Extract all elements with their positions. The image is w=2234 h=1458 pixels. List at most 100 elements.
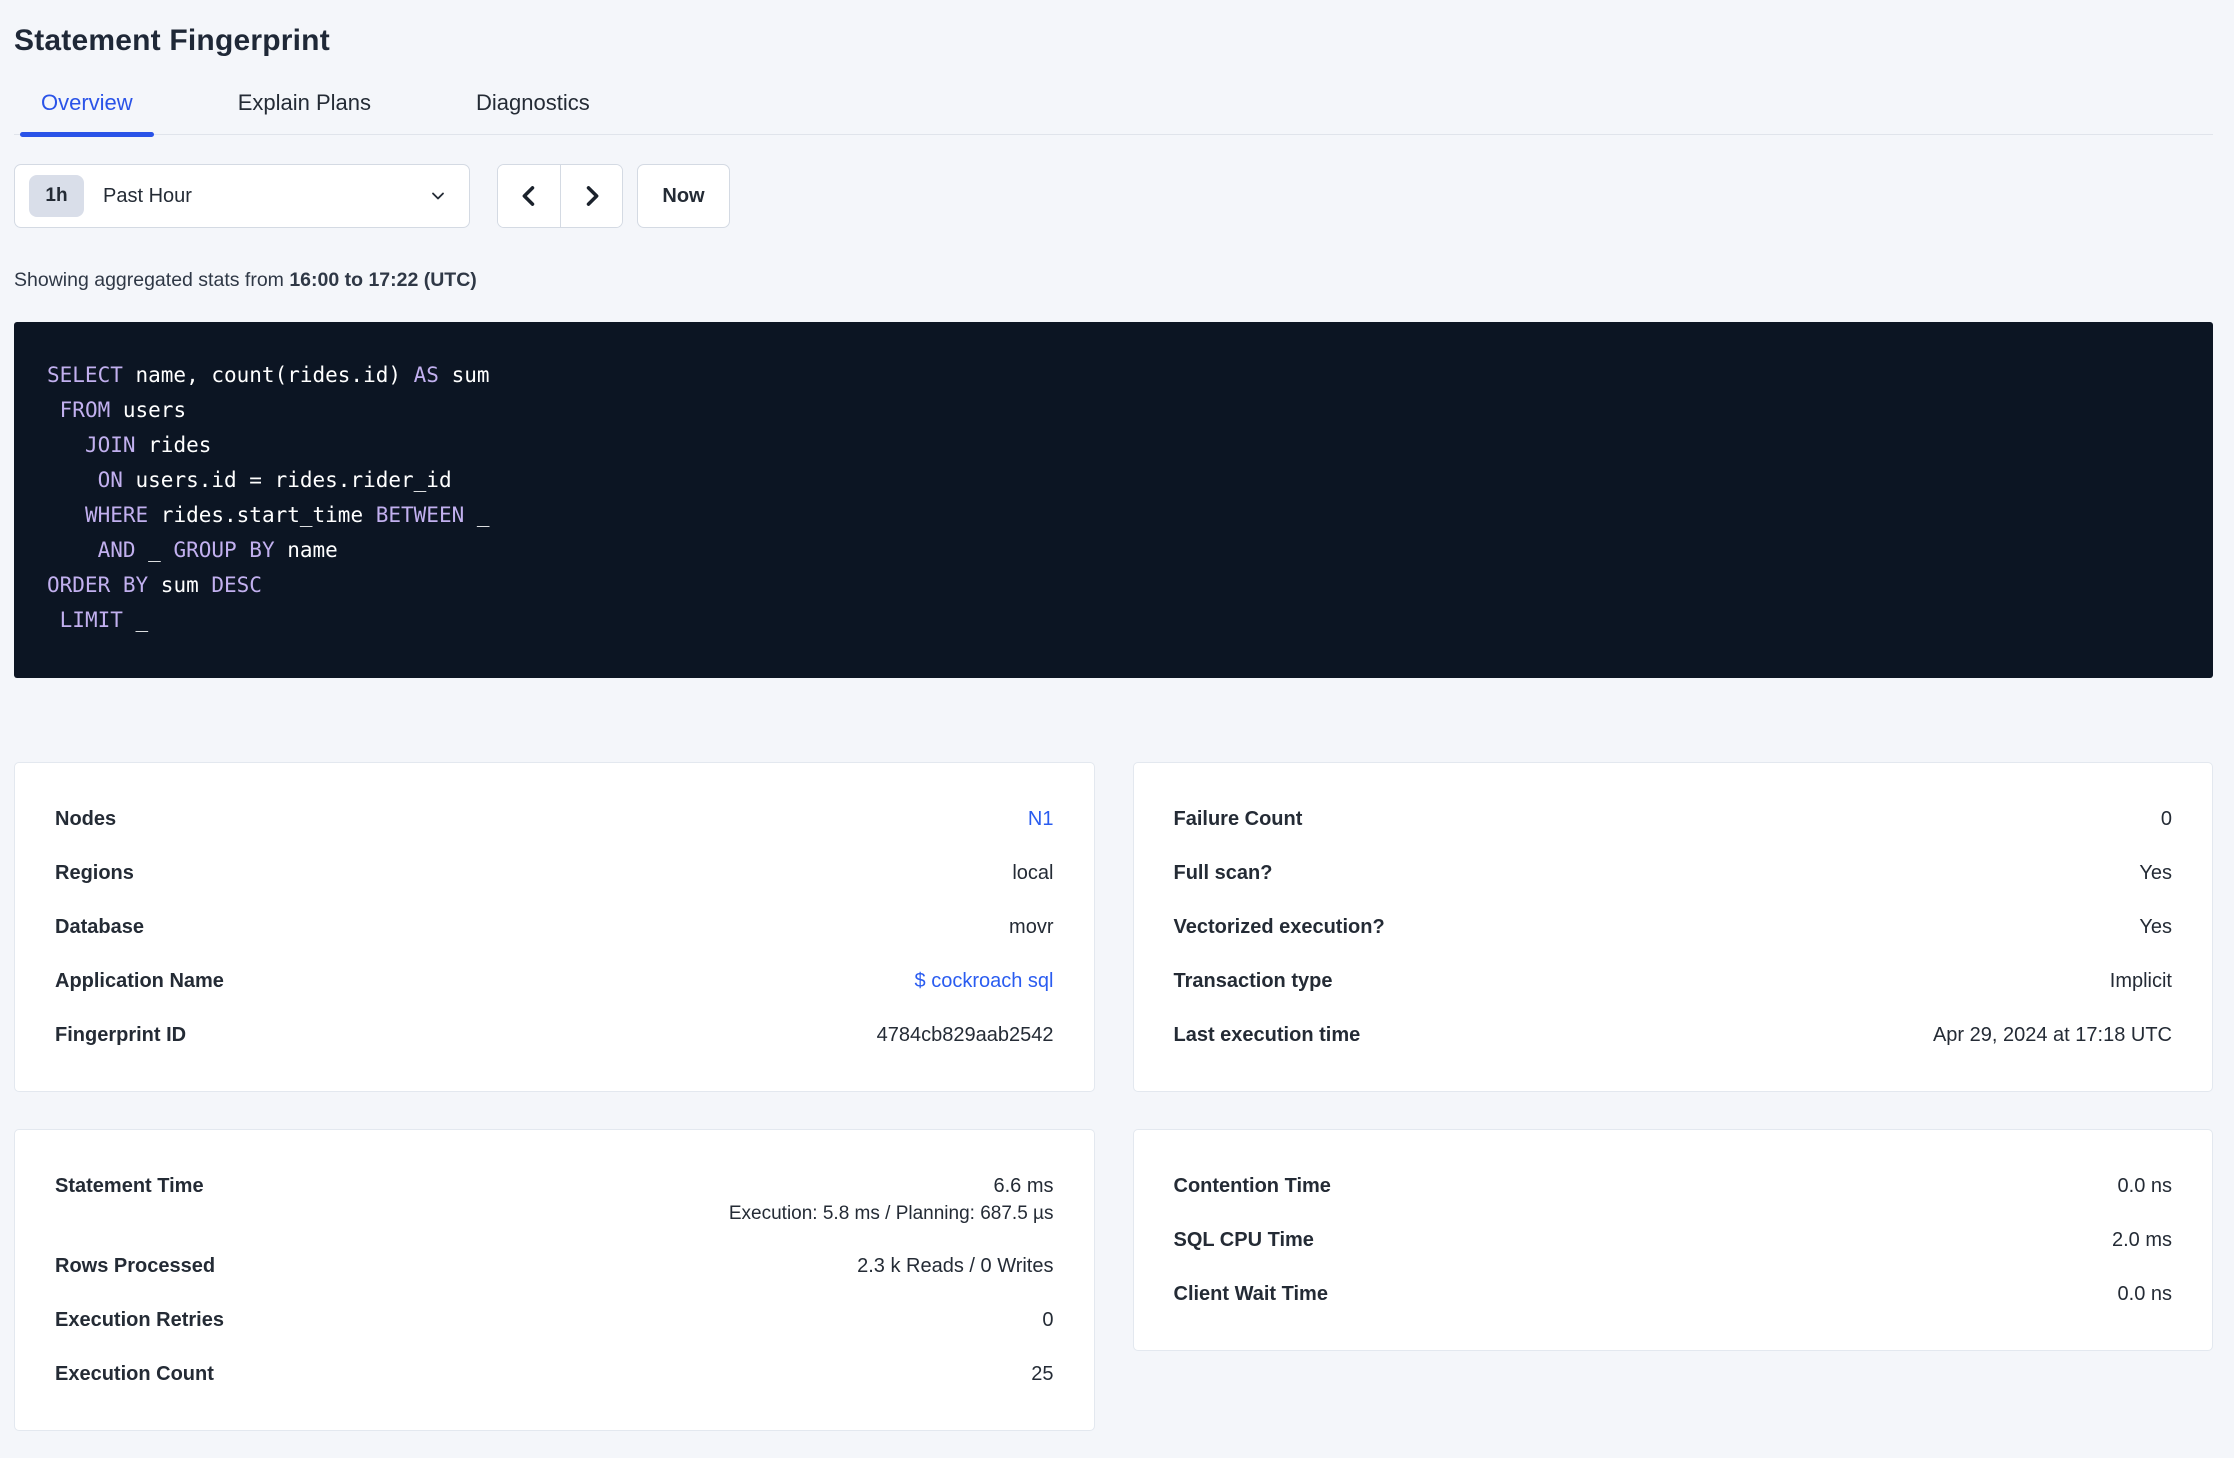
stat-row: Client Wait Time 0.0 ns — [1174, 1280, 2173, 1308]
stat-label: Application Name — [55, 967, 224, 995]
stat-label: Execution Count — [55, 1360, 214, 1388]
tab-diagnostics[interactable]: Diagnostics — [455, 90, 611, 134]
stat-label: Database — [55, 913, 144, 941]
sql-text: rides.start_time — [148, 503, 376, 527]
stat-value: local — [1012, 859, 1053, 887]
stat-label: Rows Processed — [55, 1252, 215, 1280]
tabs: Overview Explain Plans Diagnostics — [14, 90, 2213, 135]
stat-label: Regions — [55, 859, 134, 887]
time-step-buttons — [497, 164, 623, 228]
sql-line: LIMIT _ — [47, 603, 2180, 638]
prev-interval-button[interactable] — [498, 165, 560, 227]
sql-keyword: AS — [414, 363, 439, 387]
chevron-down-icon — [428, 186, 448, 206]
now-button[interactable]: Now — [637, 164, 730, 228]
sql-line: ON users.id = rides.rider_id — [47, 463, 2180, 498]
stat-label: Fingerprint ID — [55, 1021, 186, 1049]
sql-text — [47, 503, 85, 527]
statement-fingerprint-page: Statement Fingerprint Overview Explain Pl… — [0, 0, 2234, 1431]
stat-value: Yes — [2139, 859, 2172, 887]
stat-value: 2.3 k Reads / 0 Writes — [857, 1252, 1053, 1280]
stat-value-link[interactable]: N1 — [1028, 805, 1054, 833]
stat-row: Regions local — [55, 859, 1054, 887]
stat-row: Statement Time6.6 ms — [55, 1172, 1054, 1200]
sql-keyword: GROUP BY — [173, 538, 274, 562]
sql-keyword: SELECT — [47, 363, 123, 387]
tab-explain-plans[interactable]: Explain Plans — [217, 90, 392, 134]
stat-subvalue: Execution: 5.8 ms / Planning: 687.5 µs — [55, 1202, 1054, 1226]
chevron-left-icon — [515, 182, 543, 210]
sql-line: ORDER BY sum DESC — [47, 568, 2180, 603]
sql-line: WHERE rides.start_time BETWEEN _ — [47, 498, 2180, 533]
sql-text — [47, 538, 98, 562]
card-wait-times: Contention Time 0.0 ns SQL CPU Time2.0 ms C… — [1133, 1129, 2214, 1351]
stat-value: 2.0 ms — [2112, 1226, 2172, 1254]
stats-line-range: 16:00 to 17:22 (UTC) — [289, 269, 476, 291]
stat-value: 0.0 ns — [2118, 1280, 2172, 1308]
card-overview-details: NodesN1 Regions local Database movr Applicati… — [14, 762, 1095, 1092]
stat-row: Execution Retries0 — [55, 1306, 1054, 1334]
stat-value: 6.6 ms — [993, 1172, 1053, 1200]
sql-statement-box: SELECT name, count(rides.id) AS sum FROM… — [14, 322, 2213, 678]
stat-value: Apr 29, 2024 at 17:18 UTC — [1933, 1021, 2172, 1049]
sql-text: sum — [439, 363, 490, 387]
sql-code: SELECT name, count(rides.id) AS sum FROM… — [47, 358, 2180, 638]
chevron-right-icon — [578, 182, 606, 210]
stat-row: Fingerprint ID 4784cb829aab2542 — [55, 1021, 1054, 1049]
time-controls: 1h Past Hour Now — [14, 164, 2213, 228]
sql-text: sum — [148, 573, 211, 597]
stat-row: Rows Processed 2.3 k Reads / 0 Writes — [55, 1252, 1054, 1280]
sql-keyword: BETWEEN — [376, 503, 465, 527]
stat-row: Vectorized execution? Yes — [1174, 913, 2173, 941]
stat-label: Client Wait Time — [1174, 1280, 1328, 1308]
stat-row: Failure Count0 — [1174, 805, 2173, 833]
interval-badge: 1h — [29, 175, 84, 217]
sql-line: FROM users — [47, 393, 2180, 428]
next-interval-button[interactable] — [560, 165, 622, 227]
stat-value: movr — [1009, 913, 1053, 941]
stat-value-link[interactable]: $ cockroach sql — [915, 967, 1054, 995]
sql-text — [47, 433, 85, 457]
stat-label: Full scan? — [1174, 859, 1273, 887]
sql-keyword: JOIN — [85, 433, 136, 457]
sql-keyword: ORDER BY — [47, 573, 148, 597]
sql-keyword: WHERE — [85, 503, 148, 527]
sql-text: _ — [136, 538, 174, 562]
sql-line: AND _ GROUP BY name — [47, 533, 2180, 568]
stat-value: 0.0 ns — [2118, 1172, 2172, 1200]
sql-text: name — [275, 538, 338, 562]
time-range-value: Past Hour — [103, 185, 192, 208]
stat-label: Vectorized execution? — [1174, 913, 1385, 941]
stat-row: SQL CPU Time2.0 ms — [1174, 1226, 2173, 1254]
stat-row: NodesN1 — [55, 805, 1054, 833]
sql-keyword: LIMIT — [60, 608, 123, 632]
stat-row: Application Name $ cockroach sql — [55, 967, 1054, 995]
card-execution-attributes: Failure Count0Full scan?YesVectorized ex… — [1133, 762, 2214, 1092]
sql-text: name, count(rides.id) — [123, 363, 414, 387]
stat-value: Yes — [2139, 913, 2172, 941]
sql-text: _ — [123, 608, 148, 632]
stat-label: Execution Retries — [55, 1306, 224, 1334]
page-title: Statement Fingerprint — [14, 24, 2213, 58]
time-range-dropdown[interactable]: 1h Past Hour — [14, 164, 470, 228]
sql-text: users.id = rides.rider_id — [123, 468, 452, 492]
stat-row: Execution Count25 — [55, 1360, 1054, 1388]
stat-value: 4784cb829aab2542 — [877, 1021, 1054, 1049]
sql-text — [47, 398, 60, 422]
sql-keyword: FROM — [60, 398, 111, 422]
sql-line: SELECT name, count(rides.id) AS sum — [47, 358, 2180, 393]
sql-text — [47, 608, 60, 632]
tab-overview[interactable]: Overview — [20, 90, 154, 134]
summary-cards: NodesN1 Regions local Database movr Applicati… — [14, 762, 2213, 1431]
stats-line-prefix: Showing aggregated stats from — [14, 269, 289, 291]
sql-keyword: AND — [98, 538, 136, 562]
stat-row: Full scan? Yes — [1174, 859, 2173, 887]
sql-line: JOIN rides — [47, 428, 2180, 463]
stat-row: Transaction typeImplicit — [1174, 967, 2173, 995]
sql-text: rides — [136, 433, 212, 457]
card-statement-times: Statement Time6.6 msExecution: 5.8 ms / … — [14, 1129, 1095, 1431]
stat-row: Contention Time 0.0 ns — [1174, 1172, 2173, 1200]
stat-label: Transaction type — [1174, 967, 1333, 995]
stat-label: Contention Time — [1174, 1172, 1331, 1200]
sql-keyword: ON — [98, 468, 123, 492]
